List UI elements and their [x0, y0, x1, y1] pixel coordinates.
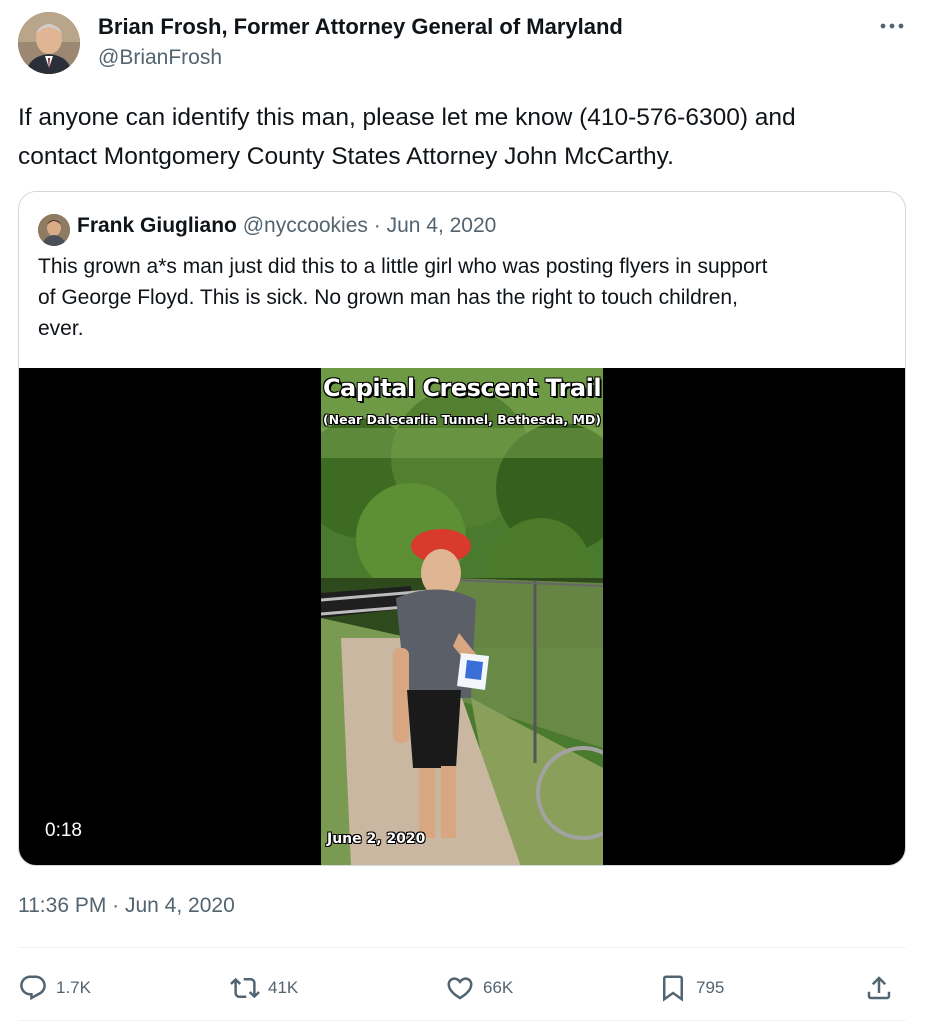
- ellipsis-icon: [880, 23, 904, 29]
- tweet-text: If anyone can identify this man, please …: [18, 98, 918, 176]
- quote-text-line: ever.: [38, 317, 84, 340]
- video-title-overlay: Capital Crescent Trail: [322, 374, 602, 402]
- quote-text-line: of George Floyd. This is sick. No grown …: [38, 286, 738, 309]
- video-date-overlay: June 2, 2020: [327, 831, 426, 847]
- quote-author-meta[interactable]: @nyccookies · Jun 4, 2020: [243, 214, 497, 237]
- divider: [18, 947, 906, 948]
- quote-author-avatar[interactable]: [38, 214, 70, 246]
- retweet-count: 41K: [268, 978, 299, 997]
- quote-text-line: This grown a*s man just did this to a li…: [38, 255, 768, 278]
- share-button[interactable]: [864, 966, 894, 1010]
- quote-author-name[interactable]: Frank Giugliano: [77, 214, 237, 237]
- video-still-image: [321, 368, 603, 865]
- tweet-text-line: If anyone can identify this man, please …: [18, 104, 796, 131]
- video-frame: Capital Crescent Trail (Near Dalecarlia …: [321, 368, 603, 865]
- more-options-button[interactable]: [874, 8, 910, 44]
- video-duration: 0:18: [45, 820, 82, 841]
- share-icon: [867, 976, 891, 1000]
- tweet-text-line: contact Montgomery County States Attorne…: [18, 143, 674, 170]
- action-bar: 1.7K 41K 66K 795: [18, 966, 906, 1010]
- retweet-button[interactable]: 41K: [230, 966, 298, 1010]
- like-count: 66K: [483, 978, 514, 997]
- divider: [18, 1020, 906, 1021]
- bookmark-icon: [663, 975, 683, 1002]
- quote-header: Frank Giugliano @nyccookies · Jun 4, 202…: [77, 214, 496, 238]
- tweet-timestamp[interactable]: 11:36 PM · Jun 4, 2020: [18, 894, 235, 918]
- quoted-tweet-card[interactable]: Frank Giugliano @nyccookies · Jun 4, 202…: [18, 191, 906, 866]
- retweet-icon: [230, 977, 260, 999]
- video-subtitle-overlay: (Near Dalecarlia Tunnel, Bethesda, MD): [322, 412, 602, 427]
- quote-text: This grown a*s man just did this to a li…: [38, 251, 898, 344]
- author-avatar[interactable]: [18, 12, 80, 74]
- reply-icon: [20, 975, 46, 1001]
- heart-icon: [447, 977, 473, 1000]
- bookmark-button[interactable]: 795: [658, 966, 724, 1010]
- video-player[interactable]: Capital Crescent Trail (Near Dalecarlia …: [19, 368, 905, 865]
- reply-count: 1.7K: [56, 978, 91, 997]
- author-handle[interactable]: @BrianFrosh: [98, 46, 222, 70]
- author-name[interactable]: Brian Frosh, Former Attorney General of …: [98, 14, 623, 40]
- like-button[interactable]: 66K: [445, 966, 513, 1010]
- reply-button[interactable]: 1.7K: [18, 966, 91, 1010]
- bookmark-count: 795: [696, 978, 725, 997]
